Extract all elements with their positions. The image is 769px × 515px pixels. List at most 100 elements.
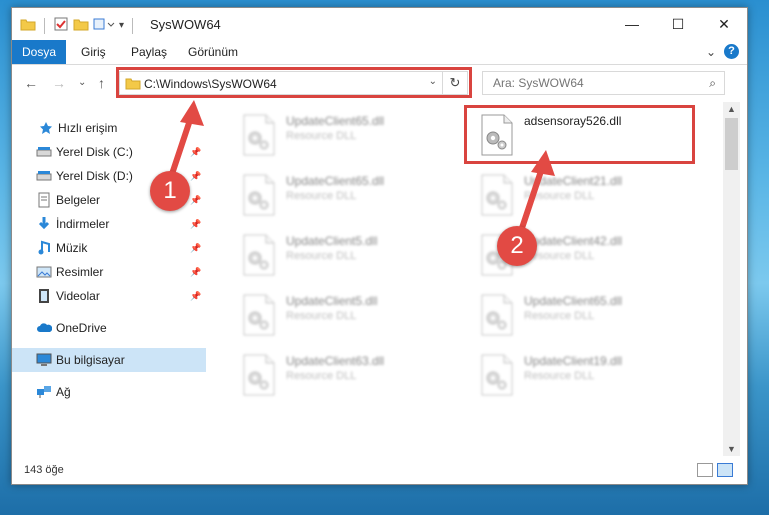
file-item[interactable]: UpdateClient19.dll Resource DLL bbox=[480, 350, 700, 398]
toolbar-divider bbox=[132, 17, 134, 34]
search-box[interactable]: ⌕ bbox=[482, 71, 725, 95]
navigation-bar: ← → ⌄ ↑ C:\Windows\SysWOW64 ⌄ ↻ ⌕ bbox=[12, 64, 747, 102]
properties-icon[interactable] bbox=[53, 16, 69, 35]
sidebar-item-label: Müzik bbox=[56, 241, 88, 255]
help-icon[interactable]: ? bbox=[724, 44, 739, 59]
callout-2: 2 bbox=[497, 226, 537, 266]
sidebar-item-label: Yerel Disk (C:) bbox=[56, 145, 133, 159]
details-view-icon[interactable] bbox=[697, 463, 713, 477]
file-type: Resource DLL bbox=[286, 130, 357, 142]
quick-access-toolbar: ▾ bbox=[20, 16, 137, 35]
file-item[interactable]: UpdateClient65.dll Resource DLL bbox=[242, 110, 462, 158]
file-type: Resource DLL bbox=[524, 310, 595, 322]
search-icon: ⌕ bbox=[709, 76, 716, 90]
file-name: UpdateClient42.dll bbox=[524, 234, 623, 248]
dll-file-icon bbox=[242, 354, 276, 396]
file-list: UpdateClient65.dll Resource DLL adsensoray… bbox=[206, 102, 721, 456]
window-controls: — ☐ ✕ bbox=[609, 8, 747, 40]
back-arrow-icon[interactable]: ← bbox=[24, 75, 38, 91]
file-name: UpdateClient5.dll bbox=[286, 294, 378, 308]
up-arrow-icon[interactable]: ↑ bbox=[98, 75, 105, 91]
pictures-icon bbox=[36, 264, 52, 280]
window-title: SysWOW64 bbox=[150, 17, 221, 32]
scroll-up-icon[interactable]: ▲ bbox=[723, 104, 740, 114]
sidebar-item-label: Resimler bbox=[56, 265, 104, 279]
sidebar-item-label: İndirmeler bbox=[56, 217, 110, 231]
tab-paylas[interactable]: Paylaş bbox=[131, 40, 167, 64]
pin-icon[interactable]: 📌 bbox=[190, 243, 201, 254]
file-name: UpdateClient5.dll bbox=[286, 234, 378, 248]
star-icon bbox=[38, 120, 54, 136]
close-button[interactable]: ✕ bbox=[701, 8, 747, 40]
new-folder-icon[interactable] bbox=[73, 17, 89, 34]
file-type: Resource DLL bbox=[286, 250, 357, 262]
drive-icon bbox=[36, 144, 52, 160]
drive-icon bbox=[36, 168, 52, 184]
item-count: 143 öğe bbox=[24, 464, 64, 476]
address-dropdown-icon[interactable]: ⌄ bbox=[429, 76, 437, 87]
sidebar-item[interactable]: Hızlı erişim bbox=[12, 116, 206, 140]
file-item[interactable]: UpdateClient5.dll Resource DLL bbox=[242, 230, 462, 278]
scroll-down-icon[interactable]: ▼ bbox=[723, 444, 740, 454]
tab-gorunum[interactable]: Görünüm bbox=[188, 40, 238, 64]
sidebar-item[interactable]: İndirmeler 📌 bbox=[12, 212, 206, 236]
pin-icon[interactable]: 📌 bbox=[190, 195, 201, 206]
folder-icon bbox=[125, 76, 141, 93]
pin-icon[interactable]: 📌 bbox=[190, 219, 201, 230]
documents-icon bbox=[36, 192, 52, 208]
dll-file-icon bbox=[480, 354, 514, 396]
dll-file-icon bbox=[242, 234, 276, 276]
vertical-scrollbar[interactable]: ▲ ▼ bbox=[723, 102, 740, 456]
customize-toolbar-icon[interactable] bbox=[93, 17, 115, 34]
file-item-selected[interactable]: adsensoray526.dll bbox=[480, 110, 700, 158]
address-path[interactable]: C:\Windows\SysWOW64 bbox=[144, 77, 277, 91]
minimize-button[interactable]: — bbox=[609, 8, 655, 40]
sidebar-item-label: Bu bilgisayar bbox=[56, 353, 125, 367]
file-item[interactable]: UpdateClient65.dll Resource DLL bbox=[480, 290, 700, 338]
dll-file-icon bbox=[480, 114, 514, 156]
file-name: UpdateClient65.dll bbox=[286, 114, 385, 128]
navigation-pane: Hızlı erişim Yerel Disk (C:) 📌 Yerel Disk (… bbox=[12, 102, 206, 456]
sidebar-item-label: OneDrive bbox=[56, 321, 107, 335]
pin-icon[interactable]: 📌 bbox=[190, 267, 201, 278]
scrollbar-thumb[interactable] bbox=[725, 118, 738, 170]
search-input[interactable] bbox=[491, 75, 695, 91]
sidebar-item-label: Ağ bbox=[56, 385, 71, 399]
file-name: UpdateClient63.dll bbox=[286, 354, 385, 368]
tab-giris[interactable]: Giriş bbox=[81, 40, 106, 64]
qat-dropdown-icon[interactable]: ▾ bbox=[119, 20, 124, 31]
pin-icon[interactable]: 📌 bbox=[190, 147, 201, 158]
forward-arrow-icon[interactable]: → bbox=[52, 75, 66, 91]
tab-dosya[interactable]: Dosya bbox=[12, 40, 67, 64]
file-item[interactable]: UpdateClient21.dll Resource DLL bbox=[480, 170, 700, 218]
recent-locations-icon[interactable]: ⌄ bbox=[78, 77, 86, 88]
sidebar-item-label: Videolar bbox=[56, 289, 100, 303]
file-item[interactable]: UpdateClient63.dll Resource DLL bbox=[242, 350, 462, 398]
file-type: Resource DLL bbox=[524, 370, 595, 382]
dll-file-icon bbox=[242, 174, 276, 216]
sidebar-item[interactable]: Resimler 📌 bbox=[12, 260, 206, 284]
sidebar-item[interactable]: Bu bilgisayar bbox=[12, 348, 206, 372]
sidebar-item[interactable]: Ağ bbox=[12, 380, 206, 404]
sidebar-item-label: Yerel Disk (D:) bbox=[56, 169, 133, 183]
pin-icon[interactable]: 📌 bbox=[190, 291, 201, 302]
ribbon-collapse-icon[interactable]: ⌄ bbox=[706, 45, 716, 59]
sidebar-item[interactable]: OneDrive bbox=[12, 316, 206, 340]
pin-icon[interactable]: 📌 bbox=[190, 171, 201, 182]
download-icon bbox=[36, 216, 52, 232]
sidebar-item[interactable]: Müzik 📌 bbox=[12, 236, 206, 260]
dll-file-icon bbox=[480, 174, 514, 216]
toolbar-divider bbox=[44, 17, 45, 34]
file-item[interactable]: UpdateClient5.dll Resource DLL bbox=[242, 290, 462, 338]
address-bar[interactable]: C:\Windows\SysWOW64 ⌄ ↻ bbox=[119, 71, 468, 95]
refresh-icon[interactable]: ↻ bbox=[442, 72, 467, 94]
file-name: UpdateClient65.dll bbox=[524, 294, 623, 308]
large-icons-view-icon[interactable] bbox=[717, 463, 733, 477]
explorer-window: ▾ SysWOW64 — ☐ ✕ Dosya Giriş Paylaş Görü… bbox=[11, 7, 748, 485]
file-item[interactable]: UpdateClient65.dll Resource DLL bbox=[242, 170, 462, 218]
sidebar-item[interactable]: Videolar 📌 bbox=[12, 284, 206, 308]
sidebar-item[interactable]: Yerel Disk (C:) 📌 bbox=[12, 140, 206, 164]
status-bar: 143 öğe bbox=[12, 460, 747, 484]
maximize-button[interactable]: ☐ bbox=[655, 8, 701, 40]
file-type: Resource DLL bbox=[524, 190, 595, 202]
